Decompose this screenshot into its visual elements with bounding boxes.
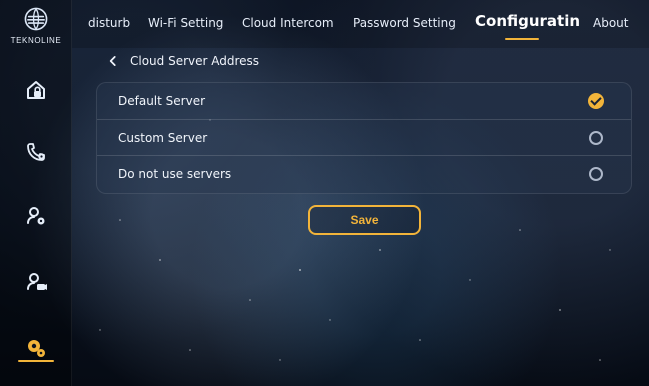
tab-configuration[interactable]: Configuratin [475,12,580,30]
radio-unchecked[interactable] [589,130,603,145]
option-row-default-server[interactable]: Default Server [97,83,631,119]
sidebar-item-configuration[interactable] [0,328,72,368]
sidebar: TEKNOLINE [0,0,72,386]
option-label: Do not use servers [118,166,232,181]
option-row-no-server[interactable]: Do not use servers [97,155,631,191]
brand-logo: TEKNOLINE [6,4,66,56]
logo-mark-icon [24,7,48,31]
tab-about[interactable]: About [593,16,628,30]
radio-unchecked[interactable] [589,166,603,181]
user-video-icon [27,273,47,290]
user-settings-icon [27,207,45,225]
phone-settings-icon [27,143,45,161]
option-label: Custom Server [118,130,208,145]
tab-wifi-setting[interactable]: Wi-Fi Setting [148,16,223,30]
breadcrumb: Cloud Server Address [106,52,259,70]
active-tab-indicator [505,38,539,40]
tab-password-setting[interactable]: Password Setting [353,16,456,30]
option-label: Default Server [118,94,206,108]
sidebar-item-home-lock[interactable] [0,70,72,110]
sidebar-item-phone-settings[interactable] [0,132,72,172]
top-tab-bar: disturb Wi-Fi Setting Cloud Intercom Pas… [72,0,649,48]
option-row-custom-server[interactable]: Custom Server [97,119,631,155]
tab-cloud-intercom[interactable]: Cloud Intercom [242,16,334,30]
server-options-panel: Default Server Custom Server Do not use … [96,82,632,194]
save-button[interactable]: Save [308,205,421,235]
back-chevron-icon[interactable] [106,54,120,68]
tab-disturb[interactable]: disturb [88,16,130,30]
home-lock-icon [27,81,45,99]
brand-name: TEKNOLINE [10,36,62,45]
configuration-icon [28,340,45,357]
sidebar-item-user-settings[interactable] [0,196,72,236]
radio-checked[interactable] [588,93,604,109]
page-title: Cloud Server Address [130,54,260,68]
sidebar-item-user-video[interactable] [0,262,72,302]
